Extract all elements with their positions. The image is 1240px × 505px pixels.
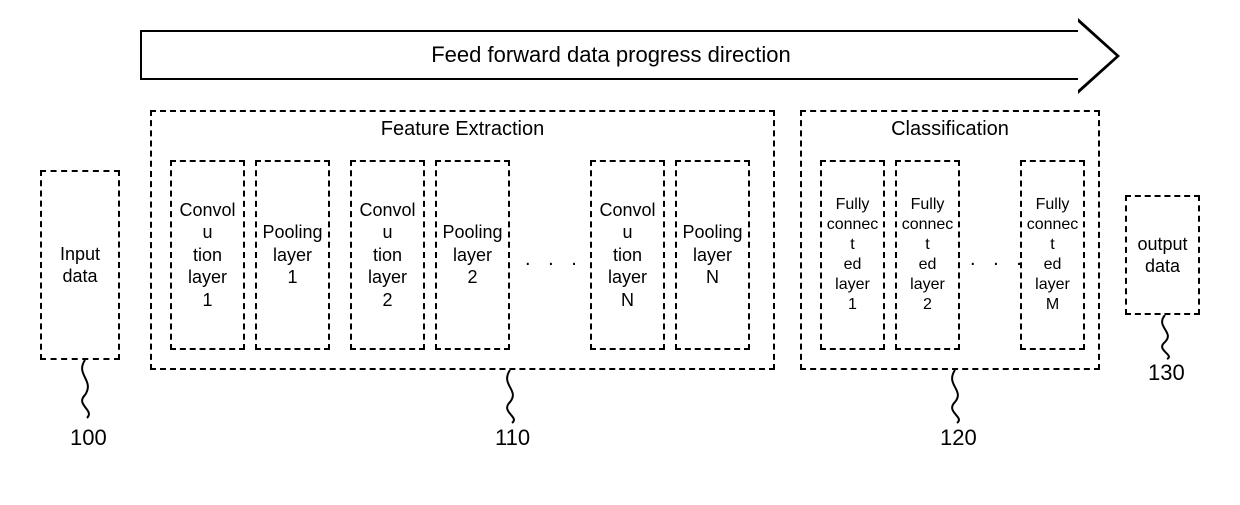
pool-layer-label: PoolinglayerN (678, 217, 746, 293)
flow-arrow-label: Feed forward data progress direction (431, 42, 791, 68)
conv-layer-label: Convolutionlayer2 (352, 195, 423, 316)
conv-layer-label: ConvolutionlayerN (592, 195, 663, 316)
leader-line-icon (1155, 315, 1185, 360)
leader-line-icon (945, 370, 975, 425)
pool-layer-label: Poolinglayer2 (438, 217, 506, 293)
fc-layer-label: Fullyconnected layer1 (822, 191, 883, 319)
input-data-label: Inputdata (56, 239, 104, 292)
flow-arrow: Feed forward data progress direction (140, 30, 1120, 80)
ref-number: 100 (70, 425, 107, 451)
leader-line-icon (75, 360, 105, 420)
leader-line-icon (500, 370, 530, 425)
fc-layer-block: Fullyconnected layer1 (820, 160, 885, 350)
ref-number: 130 (1148, 360, 1185, 386)
ref-number: 120 (940, 425, 977, 451)
ellipsis-icon: . . . (525, 248, 583, 271)
classification-title: Classification (802, 118, 1098, 141)
flow-arrow-head-icon (1078, 18, 1120, 94)
conv-layer-block: Convolutionlayer1 (170, 160, 245, 350)
ref-number: 110 (495, 425, 530, 451)
conv-layer-block: Convolutionlayer2 (350, 160, 425, 350)
conv-layer-label: Convolutionlayer1 (172, 195, 243, 316)
diagram-canvas: Feed forward data progress direction Inp… (0, 0, 1240, 505)
fc-layer-label: Fullyconnected layerM (1022, 191, 1083, 319)
input-data-block: Inputdata (40, 170, 120, 360)
flow-arrow-shaft: Feed forward data progress direction (140, 30, 1080, 80)
fc-layer-block: Fullyconnected layerM (1020, 160, 1085, 350)
output-data-block: outputdata (1125, 195, 1200, 315)
output-data-label: outputdata (1133, 229, 1191, 282)
pool-layer-label: Poolinglayer1 (258, 217, 326, 293)
pool-layer-block: PoolinglayerN (675, 160, 750, 350)
pool-layer-block: Poolinglayer1 (255, 160, 330, 350)
fc-layer-label: Fullyconnected layer2 (897, 191, 958, 319)
fc-layer-block: Fullyconnected layer2 (895, 160, 960, 350)
pool-layer-block: Poolinglayer2 (435, 160, 510, 350)
conv-layer-block: ConvolutionlayerN (590, 160, 665, 350)
feature-extraction-title: Feature Extraction (152, 118, 773, 141)
